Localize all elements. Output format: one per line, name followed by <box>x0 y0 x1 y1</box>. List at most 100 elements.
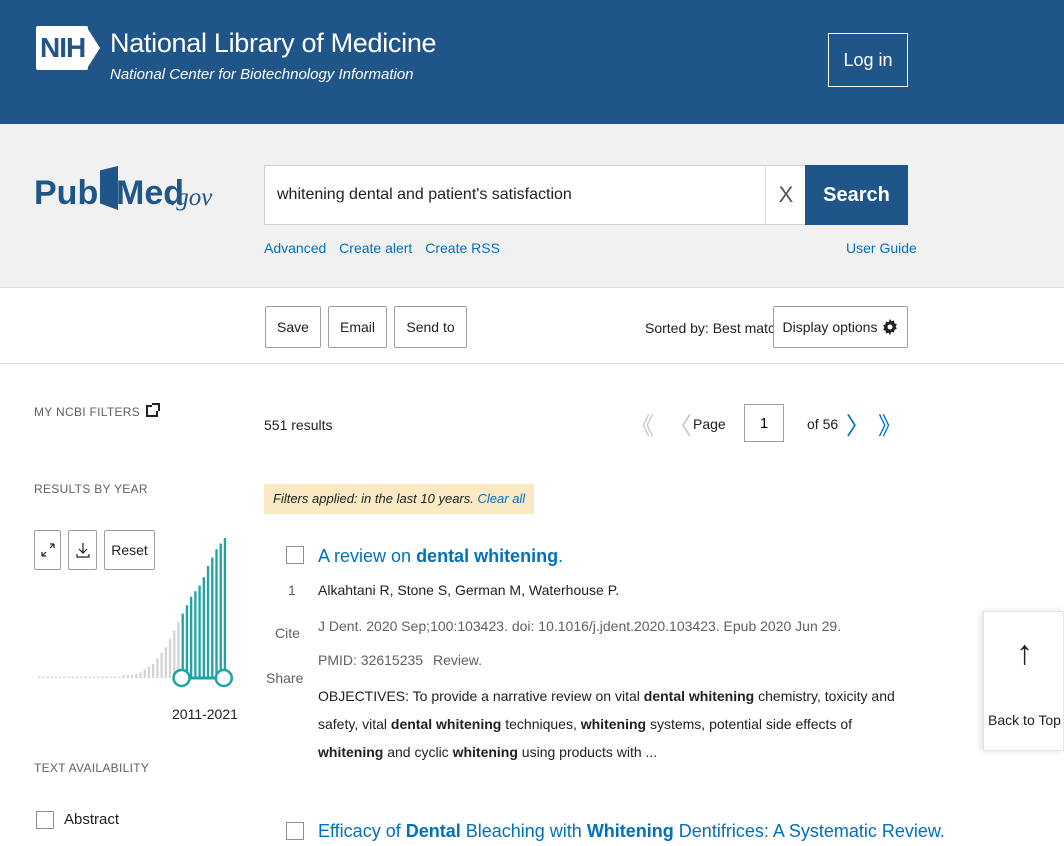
previous-page-icon[interactable]: 〈 <box>668 406 692 441</box>
article-1-share-button[interactable]: Share <box>266 670 303 686</box>
year-bar <box>80 676 83 678</box>
article-2-checkbox[interactable] <box>286 822 304 840</box>
snippet-part: whitening <box>318 744 384 760</box>
first-page-icon[interactable]: 《 <box>630 406 654 441</box>
back-to-top-label: Back to Top <box>988 712 1061 728</box>
year-bar <box>160 652 163 678</box>
snippet-part: and cyclic <box>383 744 453 760</box>
year-bar <box>84 676 87 678</box>
year-bar <box>202 577 205 678</box>
year-bar <box>143 669 146 678</box>
article-2-title[interactable]: Efficacy of Dental Bleaching with Whiten… <box>318 821 945 842</box>
text-availability-heading: TEXT AVAILABILITY <box>34 761 150 775</box>
article-1-checkbox[interactable] <box>286 546 304 564</box>
last-page-icon[interactable]: 》 <box>878 406 902 441</box>
year-bar <box>54 676 58 678</box>
article-1-cite-button[interactable]: Cite <box>275 625 300 641</box>
gear-icon <box>883 319 898 335</box>
article-1-type: Review. <box>433 652 483 668</box>
year-bar <box>211 557 214 678</box>
nih-logo-text: NIH <box>40 32 86 63</box>
year-bar <box>76 676 79 678</box>
year-bar <box>181 613 184 678</box>
article-2-title-part: Whitening <box>586 821 674 841</box>
year-bar <box>38 676 41 678</box>
search-box: X <box>264 165 806 225</box>
year-bar <box>168 638 172 678</box>
article-1-title[interactable]: A review on dental whitening. <box>318 546 563 567</box>
year-bar <box>109 676 113 678</box>
year-bar <box>118 676 121 678</box>
results-count: 551 results <box>264 417 333 433</box>
year-bar <box>139 672 142 678</box>
year-bar <box>114 676 117 678</box>
snippet-part: using products with ... <box>517 744 658 760</box>
year-bar <box>71 676 75 678</box>
snippet-part: OBJECTIVES: To provide a narrative revie… <box>318 688 644 704</box>
search-input[interactable] <box>265 166 765 224</box>
nih-title[interactable]: National Library of Medicine <box>110 28 437 59</box>
abstract-filter-label[interactable]: Abstract <box>64 811 119 828</box>
arrow-up-icon: ↑ <box>1016 634 1033 672</box>
back-to-top-button[interactable]: ↑ Back to Top <box>983 611 1064 751</box>
email-button[interactable]: Email <box>328 306 387 348</box>
search-band: Pub Med .gov X Search Advanced Create al… <box>0 124 1064 288</box>
filters-applied-text: Filters applied: in the last 10 years. <box>273 491 474 506</box>
page-label: Page <box>693 416 726 432</box>
year-bar <box>88 676 91 678</box>
snippet-part: dental whitening <box>390 716 502 732</box>
year-range-end-handle[interactable] <box>214 668 234 688</box>
year-bar <box>130 675 134 678</box>
page-total: of 56 <box>807 416 839 432</box>
pubmed-logo[interactable]: Pub Med .gov <box>34 162 214 222</box>
clear-all-link[interactable]: Clear all <box>478 491 526 506</box>
abstract-checkbox[interactable] <box>36 811 54 829</box>
article-1-number: 1 <box>288 582 296 598</box>
year-bar <box>67 676 70 678</box>
nih-logo[interactable]: NIH <box>36 26 100 70</box>
filters-applied-banner: Filters applied: in the last 10 years. C… <box>264 484 535 514</box>
snippet-part: systems, potential side effects of <box>646 716 853 732</box>
my-ncbi-filters-heading[interactable]: MY NCBI FILTERS <box>34 403 161 419</box>
year-bar <box>50 676 53 678</box>
year-bar <box>164 647 167 678</box>
my-ncbi-filters-label: MY NCBI FILTERS <box>34 405 141 419</box>
article-1-title-pre: A review on <box>318 546 417 566</box>
article-1-title-post: . <box>558 546 564 566</box>
send-to-button[interactable]: Send to <box>394 306 467 348</box>
nih-header: NIH National Library of Medicine Nationa… <box>0 0 1064 124</box>
login-button[interactable]: Log in <box>828 33 908 87</box>
year-bar <box>219 543 222 678</box>
year-bar <box>122 675 125 678</box>
search-links: Advanced Create alert Create RSS <box>264 240 509 256</box>
next-page-icon[interactable]: 〉 <box>846 406 870 441</box>
year-bar <box>147 666 151 678</box>
user-guide-link[interactable]: User Guide <box>846 240 917 256</box>
year-bar <box>194 591 197 678</box>
nih-logo-chevron-icon <box>86 26 100 70</box>
create-rss-link[interactable]: Create RSS <box>425 240 500 256</box>
year-bar <box>59 676 62 678</box>
nih-subtitle: National Center for Biotechnology Inform… <box>110 66 414 83</box>
sorted-by-label[interactable]: Sorted by: Best match <box>645 320 783 336</box>
page-number-input[interactable] <box>744 404 784 442</box>
year-bar <box>173 630 176 678</box>
year-bar <box>190 596 193 678</box>
search-button[interactable]: Search <box>805 165 908 225</box>
display-options-button[interactable]: Display options <box>773 306 908 348</box>
pubmed-logo-gov: .gov <box>170 184 213 211</box>
advanced-link[interactable]: Advanced <box>264 240 326 256</box>
year-bar <box>215 549 218 678</box>
year-bar <box>97 676 100 678</box>
results-by-year-chart[interactable] <box>34 530 238 690</box>
save-button[interactable]: Save <box>265 306 321 348</box>
create-alert-link[interactable]: Create alert <box>339 240 412 256</box>
results-toolbar: Save Email Send to Sorted by: Best match… <box>0 288 1064 364</box>
year-range-start-handle[interactable] <box>172 668 191 688</box>
article-2-title-part: Bleaching with <box>460 821 587 841</box>
article-1-title-bold: dental whitening <box>416 546 559 566</box>
article-1-authors: Alkahtani R, Stone S, German M, Waterhou… <box>318 582 620 598</box>
year-bar <box>198 585 201 678</box>
clear-search-icon[interactable]: X <box>765 166 806 224</box>
snippet-part: whitening <box>580 716 647 732</box>
